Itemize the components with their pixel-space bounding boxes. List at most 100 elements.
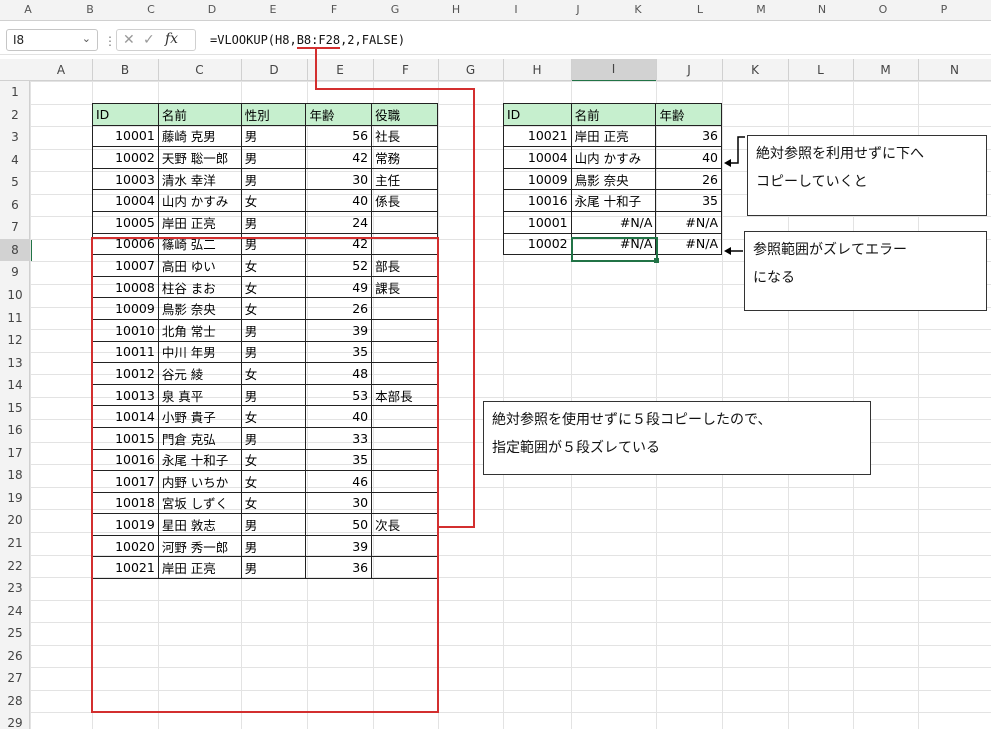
- column-header[interactable]: I: [571, 59, 656, 82]
- name-box[interactable]: I8 ⌄: [6, 29, 98, 51]
- table-cell[interactable]: 男: [240, 146, 307, 169]
- table-cell[interactable]: 山内 かすみ: [157, 189, 242, 212]
- chevron-down-icon[interactable]: ⌄: [82, 32, 91, 45]
- row-header[interactable]: 16: [0, 423, 30, 437]
- column-header[interactable]: D: [241, 63, 307, 77]
- table-cell[interactable]: 10003: [92, 167, 159, 191]
- row-header[interactable]: 22: [0, 559, 30, 573]
- row-header[interactable]: 21: [0, 536, 30, 550]
- column-header[interactable]: J: [656, 63, 722, 77]
- row-header[interactable]: 28: [0, 694, 30, 708]
- column-header[interactable]: H: [503, 63, 571, 77]
- table-cell[interactable]: 女: [240, 189, 307, 212]
- table-cell[interactable]: 10004: [92, 189, 159, 212]
- table-cell[interactable]: 10001: [92, 124, 159, 148]
- column-divider[interactable]: [373, 59, 374, 81]
- table-cell[interactable]: 10004: [503, 146, 572, 169]
- row-header[interactable]: 18: [0, 468, 30, 482]
- column-divider[interactable]: [571, 59, 572, 81]
- table-cell[interactable]: 56: [305, 124, 373, 148]
- column-divider[interactable]: [241, 59, 242, 81]
- row-header[interactable]: 29: [0, 716, 30, 730]
- table-cell[interactable]: 42: [305, 146, 373, 169]
- table-cell[interactable]: 10009: [503, 167, 572, 191]
- row-header[interactable]: 2: [0, 108, 30, 122]
- row-header[interactable]: 4: [0, 153, 30, 167]
- row-header[interactable]: 8: [0, 238, 32, 262]
- column-header[interactable]: A: [30, 63, 92, 77]
- column-divider[interactable]: [158, 59, 159, 81]
- table-cell[interactable]: #N/A: [570, 210, 657, 234]
- column-divider[interactable]: [788, 59, 789, 81]
- table-cell[interactable]: #N/A: [655, 232, 722, 256]
- table-cell[interactable]: 30: [305, 167, 373, 191]
- formula-content[interactable]: =VLOOKUP(H8,B8:F28,2,FALSE): [210, 33, 405, 49]
- enter-icon[interactable]: ✓: [143, 32, 155, 48]
- table-cell[interactable]: 社長: [371, 124, 438, 148]
- column-divider[interactable]: [438, 59, 439, 81]
- row-header[interactable]: 3: [0, 130, 30, 144]
- table-cell[interactable]: 24: [305, 210, 373, 234]
- column-header[interactable]: E: [307, 63, 373, 77]
- row-header[interactable]: 19: [0, 491, 30, 505]
- table-cell[interactable]: 男: [240, 210, 307, 234]
- column-divider[interactable]: [656, 59, 657, 81]
- row-header[interactable]: 12: [0, 333, 30, 347]
- row-header[interactable]: 24: [0, 604, 30, 618]
- table-cell[interactable]: 40: [655, 146, 722, 169]
- column-divider[interactable]: [307, 59, 308, 81]
- table-cell[interactable]: 岸田 正亮: [570, 124, 657, 148]
- column-divider[interactable]: [918, 59, 919, 81]
- row-header[interactable]: 1: [0, 85, 30, 99]
- table-cell[interactable]: 主任: [371, 167, 438, 191]
- table-cell[interactable]: 永尾 十和子: [570, 189, 657, 212]
- table-cell[interactable]: 係長: [371, 189, 438, 212]
- row-header[interactable]: 14: [0, 378, 30, 392]
- column-header[interactable]: B: [92, 63, 158, 77]
- table-cell[interactable]: 清水 幸洋: [157, 167, 242, 191]
- more-options-icon[interactable]: ⋮: [104, 34, 116, 48]
- table-cell[interactable]: 藤崎 克男: [157, 124, 242, 148]
- column-header[interactable]: G: [438, 63, 503, 77]
- table-cell[interactable]: 10002: [503, 232, 572, 256]
- row-header[interactable]: 10: [0, 288, 30, 302]
- column-header[interactable]: L: [788, 63, 853, 77]
- row-header[interactable]: 23: [0, 581, 30, 595]
- row-header[interactable]: 11: [0, 311, 30, 325]
- table-cell[interactable]: 36: [655, 124, 722, 148]
- column-divider[interactable]: [722, 59, 723, 81]
- row-header[interactable]: 27: [0, 671, 30, 685]
- insert-function-icon[interactable]: fx: [165, 31, 178, 47]
- table-cell[interactable]: 男: [240, 124, 307, 148]
- row-header[interactable]: 15: [0, 401, 30, 415]
- table-cell[interactable]: 鳥影 奈央: [570, 167, 657, 191]
- column-header[interactable]: K: [722, 63, 788, 77]
- table-cell[interactable]: 10005: [92, 210, 159, 234]
- column-header[interactable]: N: [918, 63, 991, 77]
- column-header[interactable]: C: [158, 63, 241, 77]
- row-header[interactable]: 13: [0, 356, 30, 370]
- table-cell[interactable]: 40: [305, 189, 373, 212]
- table-cell[interactable]: [371, 210, 438, 234]
- table-cell[interactable]: 天野 聡一郎: [157, 146, 242, 169]
- column-header[interactable]: M: [853, 63, 918, 77]
- table-cell[interactable]: 山内 かすみ: [570, 146, 657, 169]
- table-cell[interactable]: #N/A: [655, 210, 722, 234]
- table-cell[interactable]: 35: [655, 189, 722, 212]
- cancel-icon[interactable]: ✕: [123, 32, 135, 48]
- table-cell[interactable]: 常務: [371, 146, 438, 169]
- table-cell[interactable]: 10021: [503, 124, 572, 148]
- row-header[interactable]: 6: [0, 198, 30, 212]
- table-cell[interactable]: 岸田 正亮: [157, 210, 242, 234]
- fill-handle[interactable]: [654, 258, 659, 263]
- row-header[interactable]: 17: [0, 446, 30, 460]
- table-cell[interactable]: 10002: [92, 146, 159, 169]
- column-header[interactable]: F: [373, 63, 438, 77]
- table-cell[interactable]: 10001: [503, 210, 572, 234]
- table-cell[interactable]: 26: [655, 167, 722, 191]
- row-header[interactable]: 5: [0, 175, 30, 189]
- column-divider[interactable]: [503, 59, 504, 81]
- selected-cell-highlight[interactable]: [571, 237, 658, 262]
- row-header[interactable]: 7: [0, 220, 30, 234]
- column-divider[interactable]: [92, 59, 93, 81]
